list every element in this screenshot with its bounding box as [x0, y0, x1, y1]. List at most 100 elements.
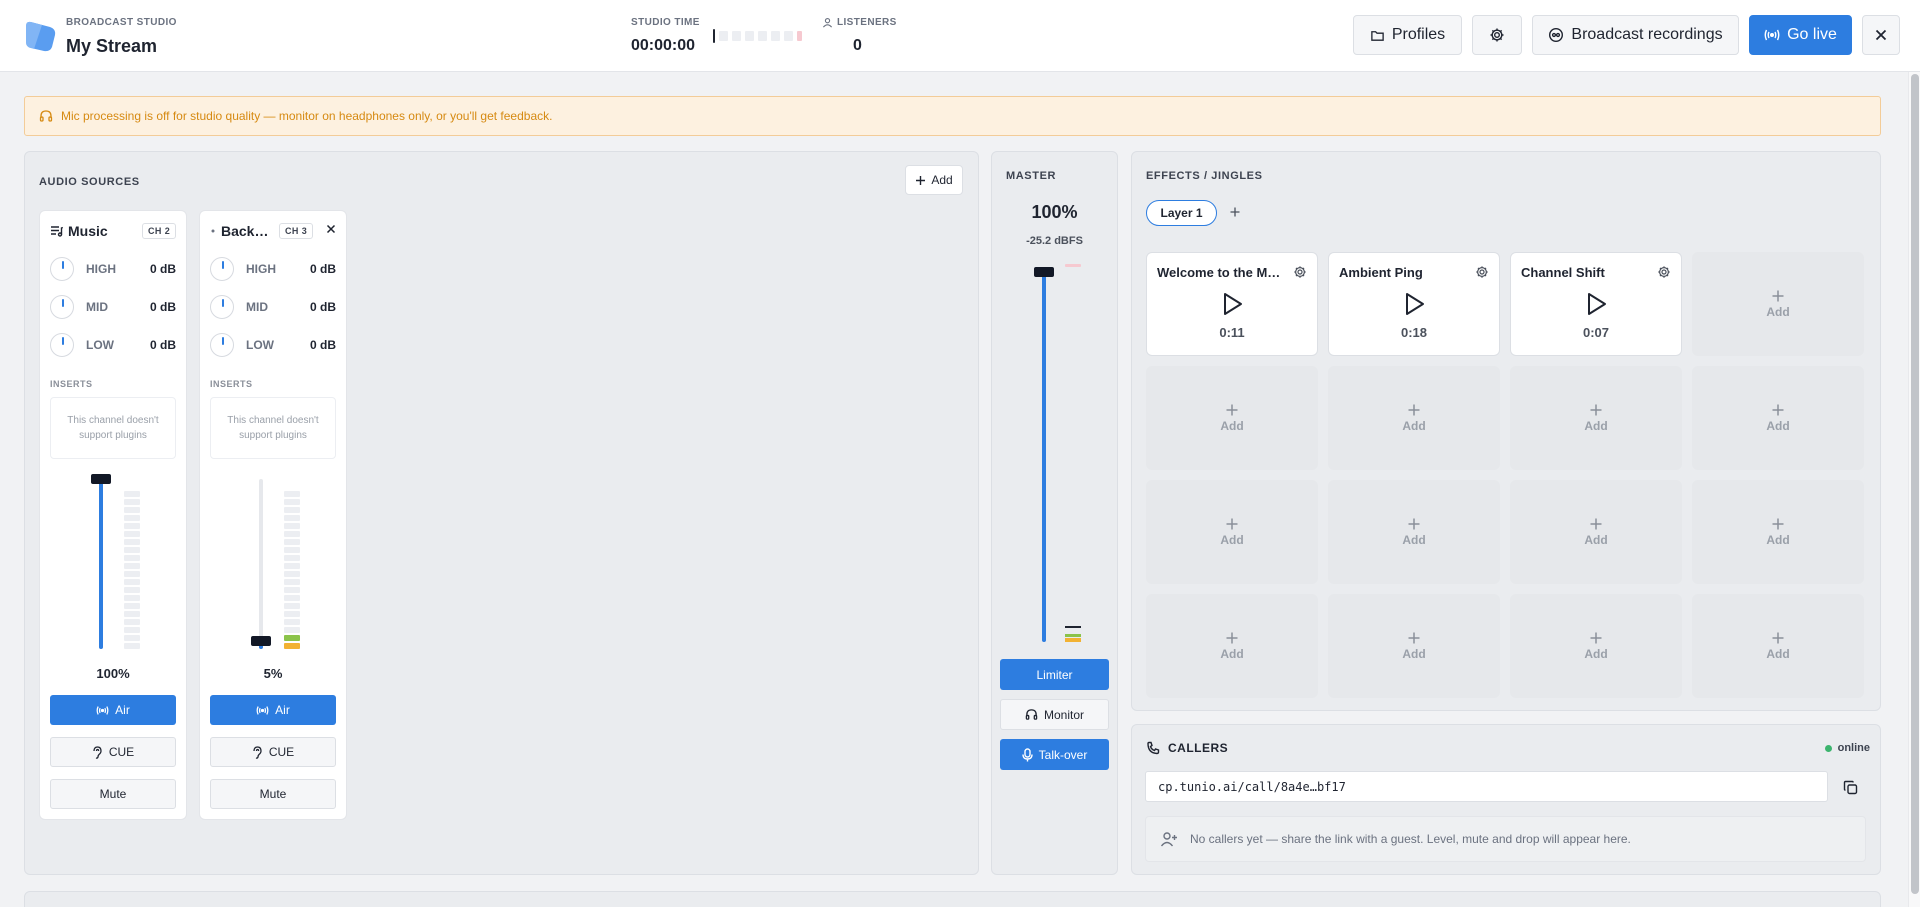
channel-level-readout: 100%: [96, 666, 130, 681]
empty-pad-add[interactable]: Add: [1510, 480, 1682, 584]
ear-icon: [93, 745, 102, 759]
play-icon[interactable]: [1584, 291, 1608, 317]
fader-handle[interactable]: [251, 635, 271, 646]
gear-icon[interactable]: [1475, 265, 1489, 279]
empty-pad-add[interactable]: Add: [1510, 366, 1682, 470]
cue-button[interactable]: CUE: [50, 737, 176, 767]
master-level-readout: 100%: [1031, 202, 1078, 222]
channel-level-readout: 5%: [263, 666, 283, 681]
eq-knob[interactable]: [210, 257, 234, 281]
close-button[interactable]: [1862, 15, 1900, 55]
eq-knob[interactable]: [50, 333, 74, 357]
gear-icon[interactable]: [1657, 265, 1671, 279]
jingle-pad[interactable]: Welcome to the Ma… 0:11: [1146, 252, 1318, 356]
tab-layer-1[interactable]: Layer 1: [1146, 200, 1217, 226]
fader-handle[interactable]: [1034, 267, 1054, 277]
empty-pad-add[interactable]: Add: [1692, 594, 1864, 698]
eq-value: 0 dB: [309, 262, 336, 276]
page-scrollbar[interactable]: [1908, 72, 1920, 907]
plus-icon: [1772, 632, 1784, 644]
empty-pad-add[interactable]: Add: [1692, 252, 1864, 356]
broadcast-recordings-button[interactable]: Broadcast recordings: [1532, 15, 1739, 55]
jingle-pad[interactable]: Ambient Ping 0:18: [1328, 252, 1500, 356]
gear-icon[interactable]: [1293, 265, 1307, 279]
play-icon[interactable]: [1402, 291, 1426, 317]
profiles-button[interactable]: Profiles: [1353, 15, 1462, 55]
eq-knob[interactable]: [210, 333, 234, 357]
channel-strip-music: Music CH 2 HIGH 0 dB MID 0 dB LOW 0 dB INSE…: [39, 210, 187, 820]
master-dbfs: -25.2 dBFS: [1026, 235, 1083, 247]
eq-band-label: MID: [86, 300, 108, 314]
call-link-field[interactable]: cp.tunio.ai/call/8a4e…bf17: [1145, 771, 1828, 802]
plus-icon: [1408, 518, 1420, 530]
meter-segment: [124, 499, 140, 505]
talkover-button[interactable]: Talk-over: [1000, 739, 1109, 770]
meter-segment: [124, 563, 140, 569]
eq-value: 0 dB: [149, 262, 176, 276]
empty-pad-add[interactable]: Add: [1692, 480, 1864, 584]
meter-segment: [124, 507, 140, 513]
limiter-button[interactable]: Limiter: [1000, 659, 1109, 690]
master-panel: MASTER 100% -25.2 dBFS Limiter Monitor T…: [991, 151, 1118, 875]
meter-segment: [284, 563, 300, 569]
add-pad-label: Add: [1220, 647, 1244, 661]
air-button[interactable]: Air: [50, 695, 176, 725]
copy-icon: [1843, 780, 1857, 794]
add-layer-icon[interactable]: [1229, 206, 1241, 218]
eq-value: 0 dB: [309, 300, 336, 314]
plus-icon: [916, 175, 926, 185]
peak-indicator: [1065, 264, 1081, 267]
eq-band-label: LOW: [246, 338, 274, 352]
broadcast-icon: [1764, 29, 1780, 41]
effects-title: EFFECTS / JINGLES: [1146, 170, 1263, 182]
eq-low[interactable]: LOW 0 dB: [50, 332, 176, 358]
eq-mid[interactable]: MID 0 dB: [210, 294, 336, 320]
eq-high[interactable]: HIGH 0 dB: [50, 256, 176, 282]
empty-pad-add[interactable]: Add: [1692, 366, 1864, 470]
add-pad-label: Add: [1584, 647, 1608, 661]
channel-fader[interactable]: [259, 479, 263, 649]
remove-channel-icon[interactable]: [326, 224, 336, 234]
meter-segment: [284, 643, 300, 649]
add-source-button[interactable]: Add: [905, 165, 963, 195]
cue-button[interactable]: CUE: [210, 737, 336, 767]
master-fader[interactable]: [1042, 272, 1046, 642]
go-live-button[interactable]: Go live: [1749, 15, 1852, 55]
eq-low[interactable]: LOW 0 dB: [210, 332, 336, 358]
jingle-pad[interactable]: Channel Shift 0:07: [1510, 252, 1682, 356]
mic-processing-warning: Mic processing is off for studio quality…: [24, 96, 1881, 136]
empty-pad-add[interactable]: Add: [1146, 594, 1318, 698]
copy-link-button[interactable]: [1835, 772, 1865, 802]
eq-high[interactable]: HIGH 0 dB: [210, 256, 336, 282]
fader-handle[interactable]: [91, 474, 111, 484]
studio-time-value: 00:00:00: [631, 37, 696, 54]
mute-button[interactable]: Mute: [50, 779, 176, 809]
meter-segment: [124, 627, 140, 633]
scrollbar-thumb[interactable]: [1911, 74, 1919, 894]
play-icon[interactable]: [1220, 291, 1244, 317]
eq-knob[interactable]: [50, 257, 74, 281]
empty-pad-add[interactable]: Add: [1328, 366, 1500, 470]
channel-fader[interactable]: [99, 479, 103, 649]
empty-pad-add[interactable]: Add: [1510, 594, 1682, 698]
channel-header: Back…: [210, 223, 268, 239]
air-button[interactable]: Air: [210, 695, 336, 725]
add-pad-label: Add: [1584, 419, 1608, 433]
empty-pad-add[interactable]: Add: [1146, 366, 1318, 470]
channel-badge: CH 2: [142, 223, 177, 239]
eq-knob[interactable]: [50, 295, 74, 319]
inserts-label: INSERTS: [210, 379, 253, 389]
empty-pad-add[interactable]: Add: [1146, 480, 1318, 584]
jingle-duration: 0:18: [1400, 325, 1428, 340]
empty-pad-add[interactable]: Add: [1328, 594, 1500, 698]
meter-segment: [124, 587, 140, 593]
eq-knob[interactable]: [210, 295, 234, 319]
empty-pad-add[interactable]: Add: [1328, 480, 1500, 584]
meter-segment: [124, 515, 140, 521]
channel-strip-background: Back… CH 3 HIGH 0 dB MID 0 dB LOW 0 dB INSE…: [199, 210, 347, 820]
settings-button[interactable]: [1472, 15, 1522, 55]
mute-button[interactable]: Mute: [210, 779, 336, 809]
eq-mid[interactable]: MID 0 dB: [50, 294, 176, 320]
inserts-empty: This channel doesn't support plugins: [210, 397, 336, 459]
monitor-button[interactable]: Monitor: [1000, 699, 1109, 730]
